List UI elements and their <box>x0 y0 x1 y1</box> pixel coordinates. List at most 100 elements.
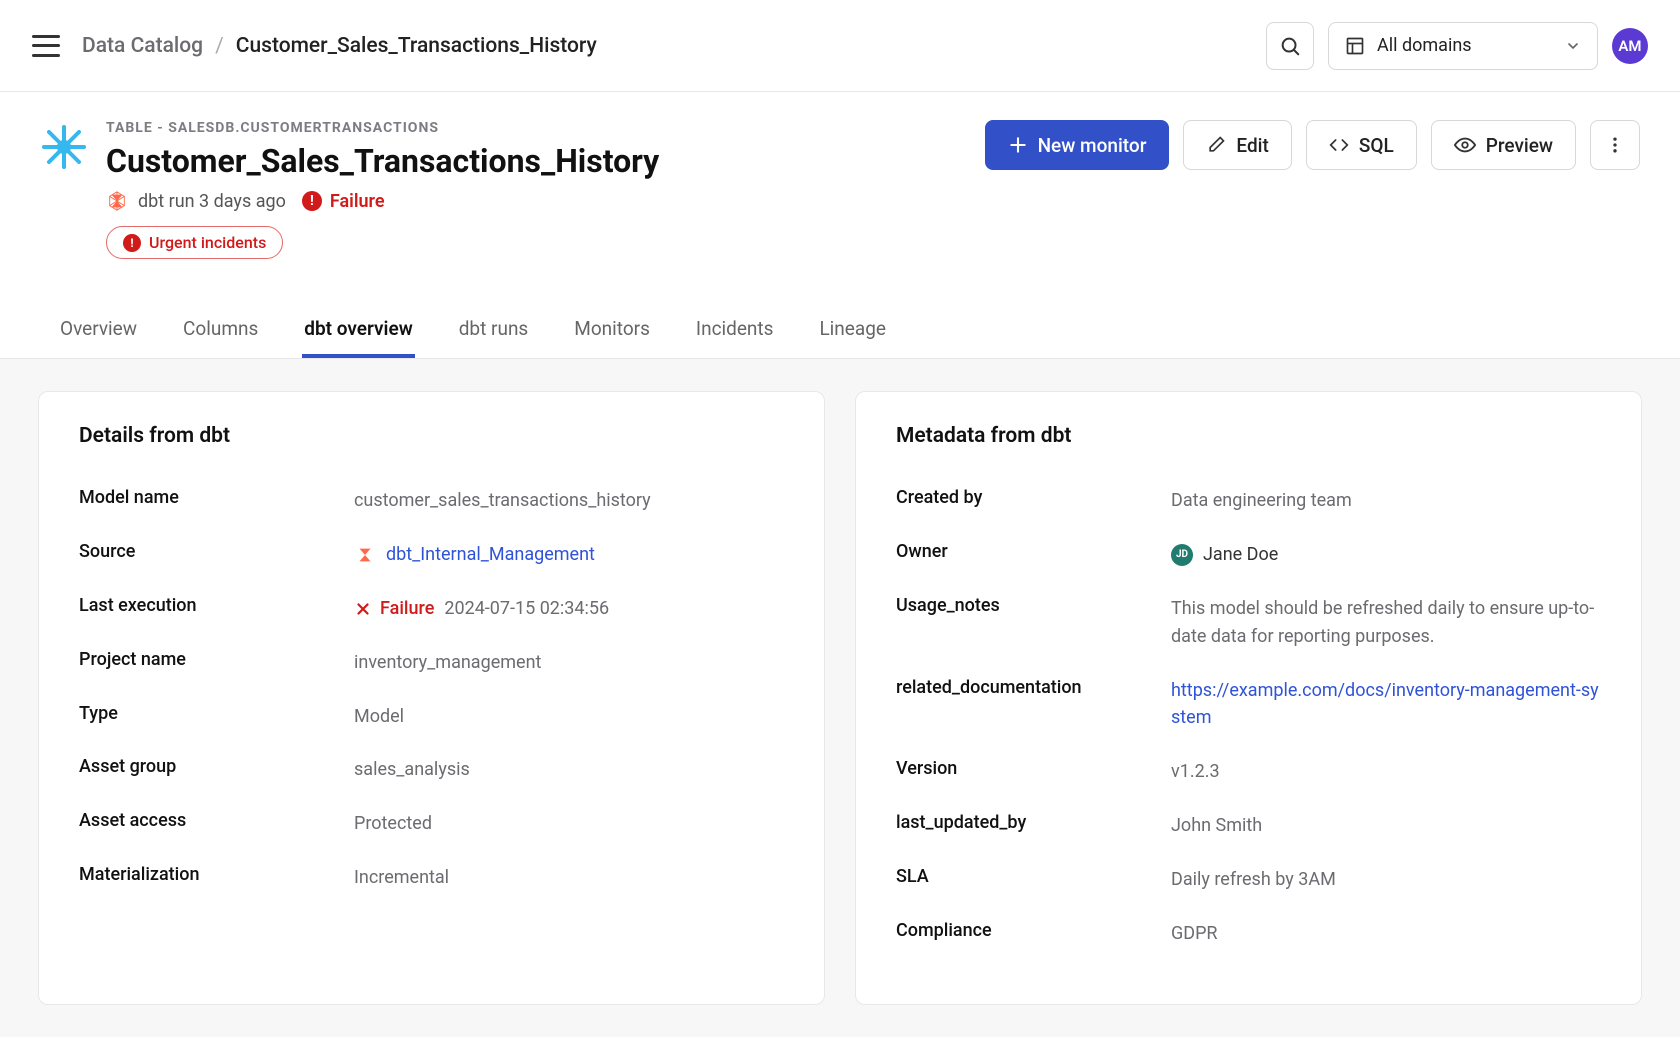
related-doc-label: related_documentation <box>896 677 1171 733</box>
topbar-right: All domains AM <box>1266 22 1648 70</box>
x-icon <box>354 600 372 618</box>
table-meta-label: TABLE - SALESDB.CUSTOMERTRANSACTIONS <box>106 120 659 136</box>
owner-label: Owner <box>896 541 1171 569</box>
source-value[interactable]: dbt_Internal_Management <box>354 541 784 569</box>
asset-group-label: Asset group <box>79 756 354 784</box>
eye-icon <box>1454 134 1476 156</box>
row-sla: SLA Daily refresh by 3AM <box>896 853 1601 907</box>
tab-lineage[interactable]: Lineage <box>817 307 888 358</box>
owner-value: JD Jane Doe <box>1171 541 1601 569</box>
new-monitor-button[interactable]: New monitor <box>985 120 1170 170</box>
related-doc-value[interactable]: https://example.com/docs/inventory-manag… <box>1171 677 1601 733</box>
urgent-incidents-label: Urgent incidents <box>149 233 266 252</box>
materialization-value: Incremental <box>354 864 784 892</box>
dbt-icon <box>354 544 376 566</box>
tab-dbt-overview[interactable]: dbt overview <box>302 307 414 358</box>
created-by-value: Data engineering team <box>1171 487 1601 515</box>
urgent-incidents-pill[interactable]: ! Urgent incidents <box>106 226 283 259</box>
details-heading: Details from dbt <box>79 424 784 448</box>
breadcrumb-current: Customer_Sales_Transactions_History <box>236 34 597 58</box>
plus-icon <box>1008 135 1028 155</box>
topbar: Data Catalog / Customer_Sales_Transactio… <box>0 0 1680 92</box>
model-name-value: customer_sales_transactions_history <box>354 487 784 515</box>
domain-icon <box>1345 36 1365 56</box>
last-run-label: dbt run 3 days ago <box>138 191 286 212</box>
source-label: Source <box>79 541 354 569</box>
more-vertical-icon <box>1605 135 1625 155</box>
row-owner: Owner JD Jane Doe <box>896 528 1601 582</box>
asset-access-value: Protected <box>354 810 784 838</box>
row-related-doc: related_documentation https://example.co… <box>896 664 1601 746</box>
page-header-actions: New monitor Edit SQL Preview <box>985 120 1640 170</box>
project-value: inventory_management <box>354 649 784 677</box>
failure-badge: ! Failure <box>302 191 385 212</box>
row-usage-notes: Usage_notes This model should be refresh… <box>896 582 1601 664</box>
row-last-updated-by: last_updated_by John Smith <box>896 799 1601 853</box>
project-label: Project name <box>79 649 354 677</box>
materialization-label: Materialization <box>79 864 354 892</box>
model-name-label: Model name <box>79 487 354 515</box>
alert-icon: ! <box>123 234 141 252</box>
row-asset-access: Asset access Protected <box>79 797 784 851</box>
details-card: Details from dbt Model name customer_sal… <box>38 391 825 1005</box>
preview-label: Preview <box>1486 134 1553 157</box>
asset-access-label: Asset access <box>79 810 354 838</box>
edit-button[interactable]: Edit <box>1183 120 1291 170</box>
search-button[interactable] <box>1266 22 1314 70</box>
row-version: Version v1.2.3 <box>896 745 1601 799</box>
failure-label: Failure <box>330 191 385 212</box>
type-value: Model <box>354 703 784 731</box>
version-value: v1.2.3 <box>1171 758 1601 786</box>
code-icon <box>1329 135 1349 155</box>
tab-overview[interactable]: Overview <box>58 307 139 358</box>
more-actions-button[interactable] <box>1590 120 1640 170</box>
tab-dbt-runs[interactable]: dbt runs <box>457 307 531 358</box>
breadcrumb: Data Catalog / Customer_Sales_Transactio… <box>82 34 597 58</box>
usage-notes-value: This model should be refreshed daily to … <box>1171 595 1601 651</box>
tab-monitors[interactable]: Monitors <box>572 307 652 358</box>
owner-avatar: JD <box>1171 544 1193 566</box>
last-exec-value: Failure 2024-07-15 02:34:56 <box>354 595 784 623</box>
snowflake-icon <box>40 123 88 171</box>
search-icon <box>1279 35 1301 57</box>
menu-icon[interactable] <box>32 35 60 57</box>
source-text: dbt_Internal_Management <box>386 541 595 569</box>
sql-button[interactable]: SQL <box>1306 120 1417 170</box>
pencil-icon <box>1206 135 1226 155</box>
breadcrumb-root[interactable]: Data Catalog <box>82 34 203 58</box>
row-model-name: Model name customer_sales_transactions_h… <box>79 474 784 528</box>
breadcrumb-sep: / <box>215 34 224 58</box>
status-failure: Failure <box>354 595 434 623</box>
content: Details from dbt Model name customer_sal… <box>0 359 1680 1037</box>
usage-notes-label: Usage_notes <box>896 595 1171 651</box>
page-header: TABLE - SALESDB.CUSTOMERTRANSACTIONS Cus… <box>0 92 1680 271</box>
new-monitor-label: New monitor <box>1038 134 1147 157</box>
avatar[interactable]: AM <box>1612 28 1648 64</box>
topbar-left: Data Catalog / Customer_Sales_Transactio… <box>32 34 597 58</box>
metadata-card: Metadata from dbt Created by Data engine… <box>855 391 1642 1005</box>
domain-select[interactable]: All domains <box>1328 22 1598 70</box>
page-title: Customer_Sales_Transactions_History <box>106 142 659 180</box>
asset-group-value: sales_analysis <box>354 756 784 784</box>
tabs: Overview Columns dbt overview dbt runs M… <box>0 307 1680 359</box>
chevron-down-icon <box>1565 38 1581 54</box>
row-type: Type Model <box>79 690 784 744</box>
row-asset-group: Asset group sales_analysis <box>79 743 784 797</box>
type-label: Type <box>79 703 354 731</box>
row-project: Project name inventory_management <box>79 636 784 690</box>
last-updated-by-value: John Smith <box>1171 812 1601 840</box>
row-last-exec: Last execution Failure 2024-07-15 02:34:… <box>79 582 784 636</box>
last-updated-by-label: last_updated_by <box>896 812 1171 840</box>
created-by-label: Created by <box>896 487 1171 515</box>
metadata-heading: Metadata from dbt <box>896 424 1601 448</box>
preview-button[interactable]: Preview <box>1431 120 1576 170</box>
owner-name: Jane Doe <box>1203 541 1278 569</box>
last-exec-label: Last execution <box>79 595 354 623</box>
tab-columns[interactable]: Columns <box>181 307 260 358</box>
row-compliance: Compliance GDPR <box>896 907 1601 961</box>
failure-icon: ! <box>302 191 322 211</box>
sql-label: SQL <box>1359 134 1394 157</box>
page-header-left: TABLE - SALESDB.CUSTOMERTRANSACTIONS Cus… <box>40 120 659 259</box>
tab-incidents[interactable]: Incidents <box>694 307 776 358</box>
compliance-value: GDPR <box>1171 920 1601 948</box>
